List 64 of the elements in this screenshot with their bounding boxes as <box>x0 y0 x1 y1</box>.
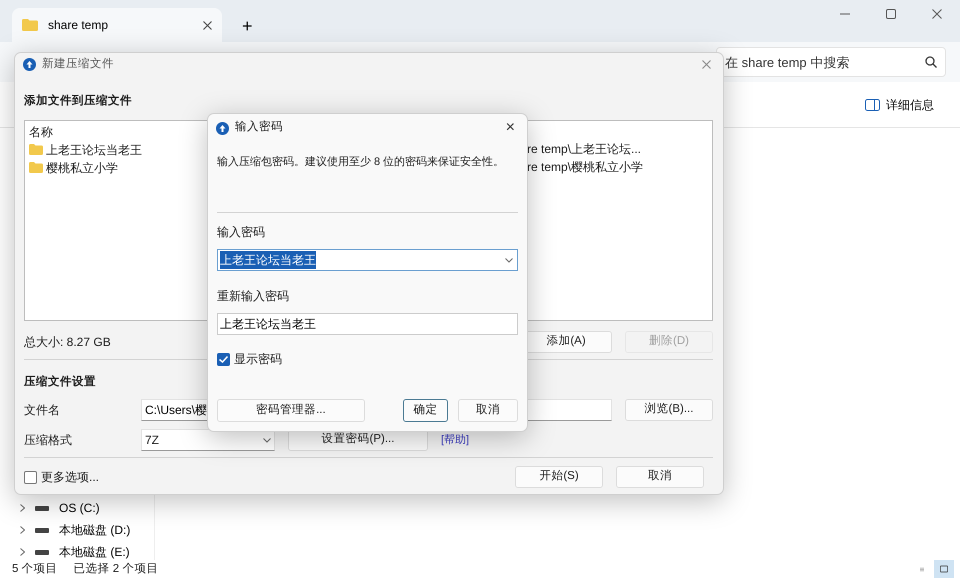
file-row[interactable]: 樱桃私立小学 <box>29 160 209 176</box>
checkbox-label: 显示密码 <box>234 351 282 368</box>
password-dropdown[interactable]: 上老王论坛当老王 <box>217 249 518 271</box>
file-path: re temp\上老王论坛... <box>527 140 642 157</box>
close-icon <box>702 60 711 70</box>
drive-icon <box>35 506 49 510</box>
folder-icon <box>22 19 38 31</box>
nav-item[interactable]: 本地磁盘 (E:) <box>20 544 154 560</box>
start-button[interactable]: 开始(S) <box>515 466 603 488</box>
file-name: 上老王论坛当老王 <box>46 142 142 159</box>
cancel-button[interactable]: 取消 <box>458 399 518 422</box>
field-label: 文件名 <box>24 402 61 419</box>
file-path: re temp\樱桃私立小学 <box>527 158 644 175</box>
chevron-down-icon <box>263 438 271 442</box>
browse-button[interactable]: 浏览(B)... <box>625 399 713 421</box>
column-header: 名称 <box>29 124 54 140</box>
app-icon <box>23 58 36 72</box>
close-icon <box>203 20 212 30</box>
folder-icon <box>29 144 43 156</box>
nav-item[interactable]: 本地磁盘 (D:) <box>20 522 154 538</box>
tab[interactable]: share temp <box>12 8 222 42</box>
chevron-icon <box>20 526 25 534</box>
ok-button[interactable]: 确定 <box>402 399 448 422</box>
folder-icon <box>29 162 43 174</box>
drive-icon <box>35 550 49 554</box>
window-title: 输入密码 <box>235 119 283 136</box>
password-value: 上老王论坛当老王 <box>220 251 316 269</box>
chevron-down-icon <box>505 258 513 262</box>
checkbox[interactable] <box>24 470 37 484</box>
window-title: 新建压缩文件 <box>42 56 114 72</box>
tiles-view-button[interactable] <box>934 560 954 578</box>
field-label: 重新输入密码 <box>217 288 290 305</box>
close-button[interactable]: × <box>502 120 519 136</box>
total-size: 总大小: 8.27 GB <box>24 334 111 351</box>
search-field[interactable]: 在 share temp 中搜索 <box>716 47 946 77</box>
cancel-button[interactable]: 取消 <box>616 466 704 488</box>
field-label: 输入密码 <box>217 224 266 241</box>
file-row[interactable]: 上老王论坛当老王 <box>29 142 209 158</box>
checkbox[interactable] <box>217 352 230 366</box>
section-heading: 压缩文件设置 <box>24 374 97 390</box>
password-manager-button[interactable]: 密码管理器... <box>217 399 365 422</box>
details-button[interactable]: 详细信息 <box>859 94 940 114</box>
chevron-icon <box>20 504 25 512</box>
new-tab-button[interactable]: + <box>236 16 259 36</box>
checkbox-label: 更多选项... <box>41 469 100 486</box>
field-label: 压缩格式 <box>24 432 73 449</box>
message-text: 输入压缩包密码。建议使用至少 8 位的密码来保证安全性。 <box>217 154 506 170</box>
search-icon <box>925 56 937 68</box>
selection-count: 已选择 2 个项目 <box>74 562 158 578</box>
nav-item[interactable]: OS (C:) <box>20 500 154 516</box>
file-name: 樱桃私立小学 <box>46 160 118 177</box>
check-icon <box>219 356 228 362</box>
chevron-icon <box>20 548 25 556</box>
maximize-icon <box>886 9 896 19</box>
password-field[interactable]: 上老王论坛当老王 <box>217 313 518 335</box>
item-count: 5 个项目 <box>12 562 58 578</box>
format-dropdown[interactable]: 7Z <box>141 429 275 451</box>
close-icon <box>932 9 942 19</box>
drive-icon <box>35 528 49 532</box>
section-heading: 添加文件到压缩文件 <box>24 93 133 108</box>
panel-icon <box>865 98 880 110</box>
window-icon <box>940 564 948 574</box>
help-link[interactable]: [帮助] <box>441 432 470 448</box>
app-icon <box>216 122 229 134</box>
